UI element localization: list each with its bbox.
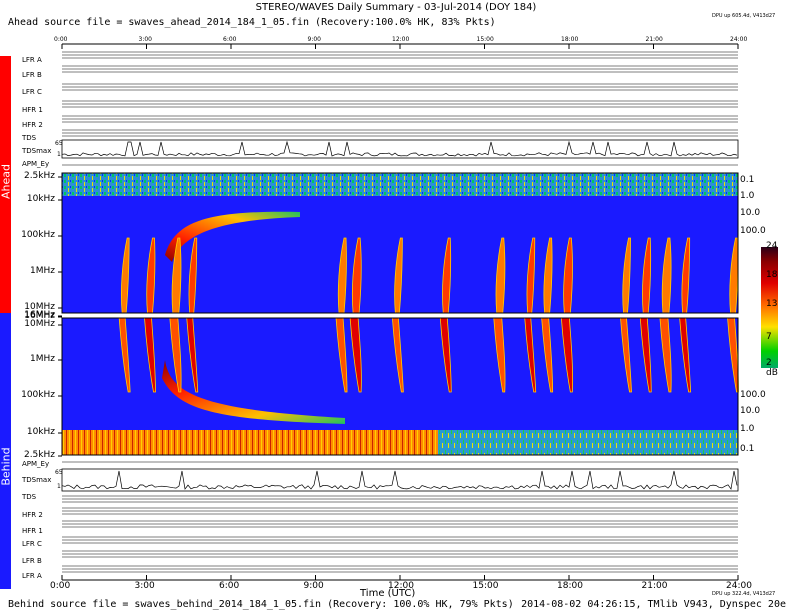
freq-label-ahead: 2.5kHz xyxy=(23,171,55,181)
top-time-label: 21:00 xyxy=(645,36,663,43)
top-time-label: 18:00 xyxy=(561,36,579,43)
freq-label-behind: 10kHz xyxy=(26,427,55,437)
bottom-time-label: 6:00 xyxy=(219,581,240,591)
behind-low-freq-noise xyxy=(438,430,738,455)
freq-label-ahead: 100kHz xyxy=(21,230,55,240)
ahead-channel-5: TDS xyxy=(22,134,37,142)
tdsmax-ahead-lo: 1 xyxy=(57,151,61,158)
freq-label-behind: 10MHz xyxy=(24,319,55,329)
ahead-channel-1: LFR B xyxy=(22,71,42,79)
behind-channel-5: LFR C xyxy=(22,540,42,548)
top-time-label: 9:00 xyxy=(307,36,321,43)
colorbar-label: 2 xyxy=(766,358,772,368)
bottom-time-label: 24:00 xyxy=(726,581,752,591)
right-label-behind: 0.1 xyxy=(740,444,755,454)
top-time-label: 12:00 xyxy=(392,36,410,43)
top-time-label: 24:00 xyxy=(730,36,748,43)
chart-canvas xyxy=(58,43,739,581)
dpu-bottom: DPU up 322.4d, V413d27 xyxy=(712,591,776,597)
colorbar-label: 18 xyxy=(766,270,778,280)
right-label-behind: 10.0 xyxy=(740,406,761,416)
behind-channel-1: TDSmax xyxy=(22,476,52,484)
bottom-time-label: 9:00 xyxy=(303,581,324,591)
freq-label-behind: 2.5kHz xyxy=(23,450,55,460)
behind-channel-7: LFR A xyxy=(22,572,42,580)
right-label-behind: 100.0 xyxy=(740,390,766,400)
top-time-label: 3:00 xyxy=(138,36,152,43)
behind-channel-2: TDS xyxy=(22,493,37,501)
top-time-label: 15:00 xyxy=(476,36,494,43)
behind-channel-4: HFR 1 xyxy=(22,527,43,535)
bottom-time-label: 21:00 xyxy=(641,581,668,591)
bottom-time-label: 15:00 xyxy=(472,581,499,591)
freq-label-ahead: 10kHz xyxy=(26,194,55,204)
behind-channel-0: APM_Ey xyxy=(22,460,50,468)
bottom-time-label: 18:00 xyxy=(557,581,583,591)
bottom-time-label: 3:00 xyxy=(134,581,155,591)
ahead-channel-6: TDSmax xyxy=(22,147,52,155)
right-label-ahead: 100.0 xyxy=(740,226,766,236)
freq-label-behind: 100kHz xyxy=(21,390,55,400)
colorbar-label: 7 xyxy=(766,332,772,342)
top-time-label: 0:00 xyxy=(54,36,68,43)
colorbar-label: 13 xyxy=(766,299,778,309)
colorbar-label: 24 xyxy=(766,241,778,251)
right-label-behind: 1.0 xyxy=(740,424,755,434)
generated-stamp: 2014-08-02 04:26:15, TMlib V943, Dynspec… xyxy=(521,599,786,610)
behind-low-freq-band xyxy=(62,430,438,455)
ahead-channel-3: HFR 1 xyxy=(22,106,43,114)
tdsmax-behind-lo: 1 xyxy=(57,483,61,490)
ahead-channel-0: LFR A xyxy=(22,56,42,64)
freq-label-ahead: 1MHz xyxy=(30,266,55,276)
top-time-label: 6:00 xyxy=(223,36,237,43)
behind-channel-3: HFR 2 xyxy=(22,511,43,519)
time-axis-label: Time (UTC) xyxy=(360,588,416,599)
ahead-channel-4: HFR 2 xyxy=(22,121,43,129)
colorbar-unit: dB xyxy=(766,368,778,378)
right-label-ahead: 1.0 xyxy=(740,191,755,201)
tdsmax-behind-hi: 65 xyxy=(55,469,63,476)
ahead-channel-7: APM_Ey xyxy=(22,160,50,168)
behind-source: Behind source file = swaves_behind_2014_… xyxy=(8,599,514,610)
behind-channel-6: LFR B xyxy=(22,557,42,565)
right-label-ahead: 0.1 xyxy=(740,175,755,185)
ahead-channel-2: LFR C xyxy=(22,88,42,96)
ahead-low-freq-noise xyxy=(62,173,738,196)
bottom-time-label: 0:00 xyxy=(50,581,71,591)
right-label-ahead: 10.0 xyxy=(740,208,761,218)
tdsmax-ahead-hi: 65 xyxy=(55,140,63,147)
freq-label-behind: 1MHz xyxy=(30,354,55,364)
